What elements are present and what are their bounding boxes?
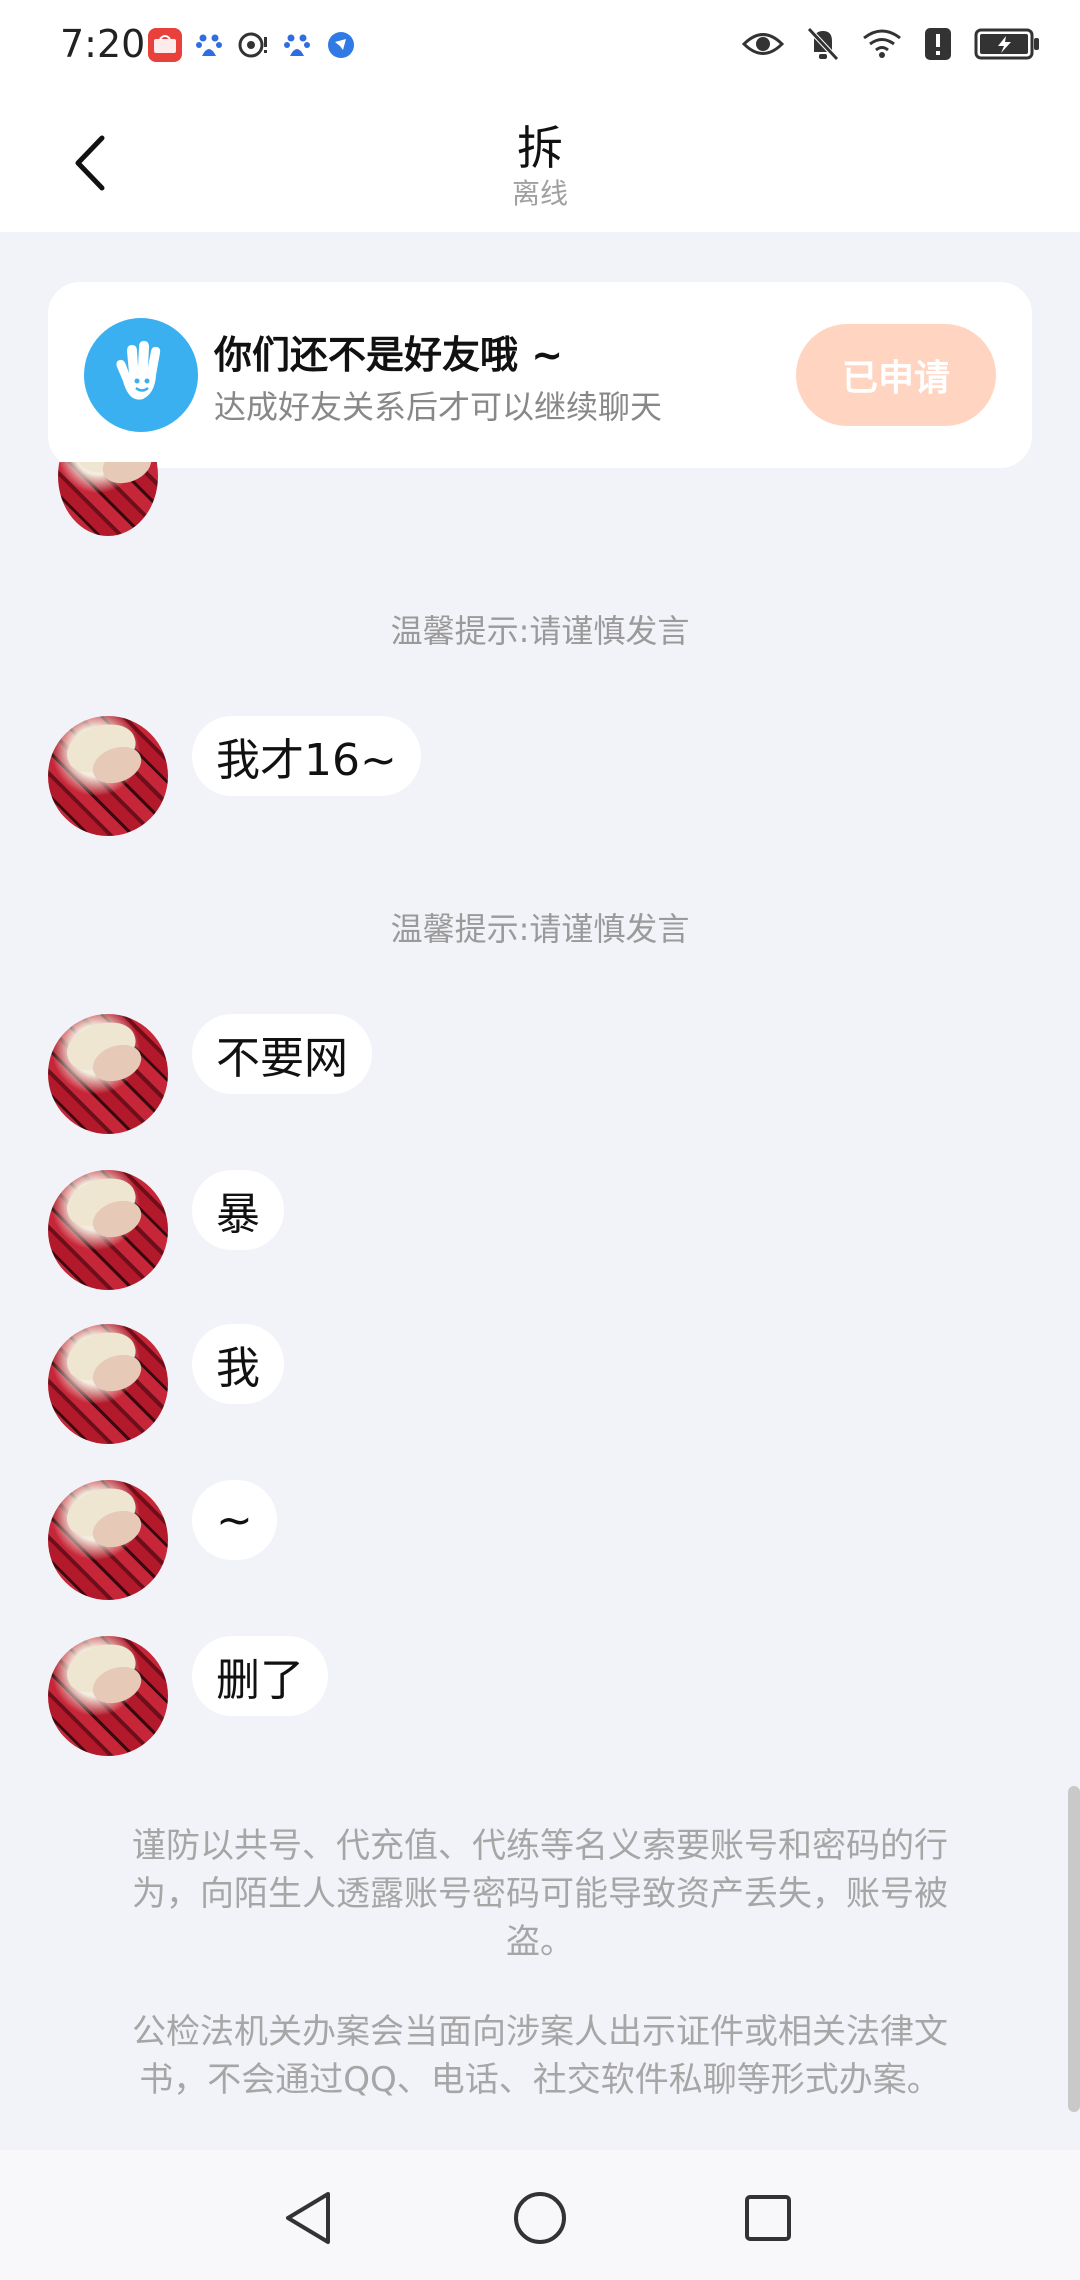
- avatar-partial[interactable]: [58, 462, 158, 536]
- avatar[interactable]: [48, 1324, 168, 1444]
- nav-recents-icon[interactable]: [728, 2178, 808, 2258]
- applied-button[interactable]: 已申请: [796, 324, 996, 426]
- nfc-icon: [236, 28, 270, 62]
- police-notice: 公检法机关办案会当面向涉案人出示证件或相关法律文书，不会通过QQ、电话、社交软件…: [132, 2012, 948, 2100]
- message-bubble[interactable]: 暴: [192, 1170, 284, 1250]
- safety-tip: 温馨提示:请谨慎发言: [390, 910, 690, 948]
- online-status: 离线: [511, 177, 568, 210]
- contact-name: 拆: [517, 121, 563, 175]
- browser-icon: [324, 28, 358, 62]
- scrollbar[interactable]: [1068, 1786, 1080, 2112]
- avatar[interactable]: [48, 1170, 168, 1290]
- alert-icon: [924, 27, 952, 61]
- eye-icon: [742, 29, 784, 59]
- message-bubble[interactable]: 不要网: [192, 1014, 372, 1094]
- nav-back-icon[interactable]: [268, 2178, 348, 2258]
- system-nav-bar: [0, 2150, 1080, 2280]
- wifi-icon: [862, 28, 902, 60]
- battery-charging-icon: [974, 27, 1040, 61]
- security-notice: 谨防以共号、代充值、代练等名义索要账号和密码的行为，向陌生人透露账号密码可能导致…: [132, 1826, 948, 1962]
- baidu-icon: [280, 28, 314, 62]
- baidu-icon: [192, 28, 226, 62]
- chat-header: 拆 离线: [0, 92, 1080, 232]
- status-system-icons: [742, 26, 1040, 62]
- status-app-icons: [148, 28, 358, 62]
- message-bubble[interactable]: ~: [192, 1480, 277, 1560]
- avatar[interactable]: [48, 1636, 168, 1756]
- message-bubble[interactable]: 我才16~: [192, 716, 421, 796]
- message-bubble[interactable]: 删了: [192, 1636, 328, 1716]
- huawei-appgallery-icon: [148, 28, 182, 62]
- status-time: 7:20: [60, 22, 146, 66]
- safety-tip: 温馨提示:请谨慎发言: [390, 612, 690, 650]
- message-bubble[interactable]: 我: [192, 1324, 284, 1404]
- nav-home-icon[interactable]: [500, 2178, 580, 2258]
- hand-wave-icon: [84, 318, 198, 432]
- banner-subtitle: 达成好友关系后才可以继续聊天: [214, 388, 663, 426]
- bell-off-icon: [806, 26, 840, 62]
- banner-title: 你们还不是好友哦 ~: [214, 333, 564, 377]
- avatar[interactable]: [48, 716, 168, 836]
- friend-request-banner: 你们还不是好友哦 ~ 达成好友关系后才可以继续聊天 已申请: [48, 282, 1032, 468]
- status-bar: 7:20: [0, 0, 1080, 92]
- avatar[interactable]: [48, 1480, 168, 1600]
- avatar[interactable]: [48, 1014, 168, 1134]
